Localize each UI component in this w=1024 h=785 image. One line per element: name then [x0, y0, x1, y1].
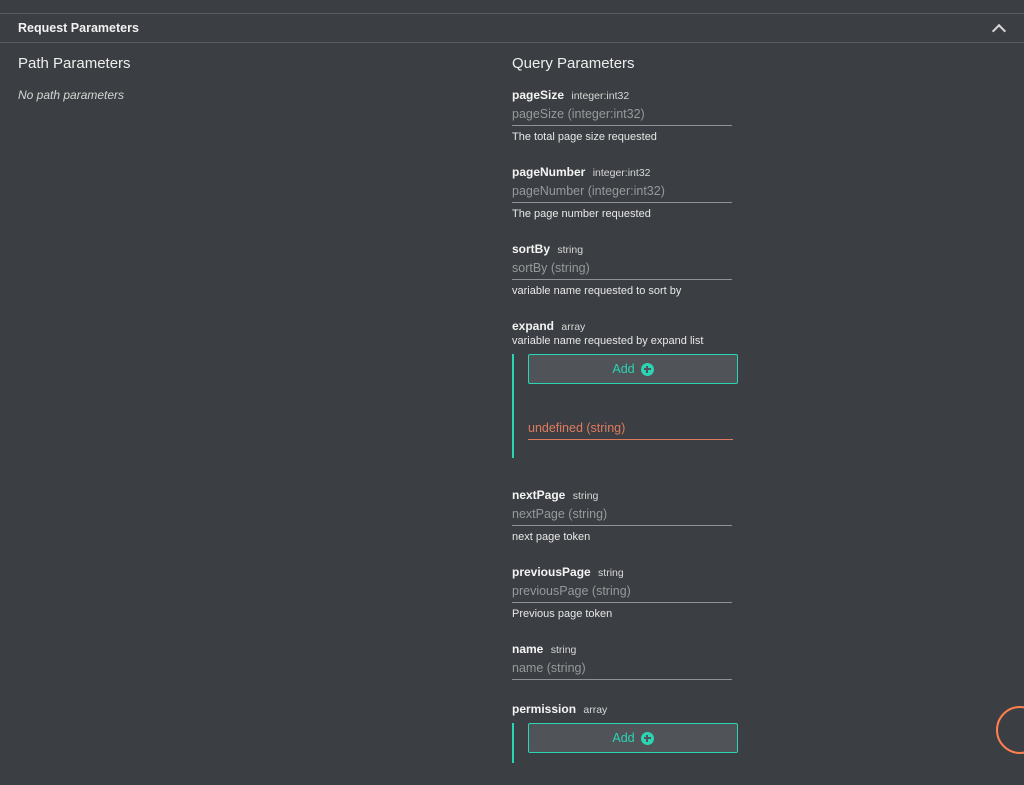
- path-parameters-title: Path Parameters: [18, 55, 512, 72]
- nextPage-input[interactable]: [512, 504, 732, 526]
- param-name: pageNumber: [512, 165, 585, 179]
- param-type: string: [573, 490, 599, 502]
- permission-add-button[interactable]: Add: [528, 723, 738, 753]
- param-desc: variable name requested to sort by: [512, 285, 1006, 297]
- param-type: integer:int32: [593, 167, 651, 179]
- request-parameters-title: Request Parameters: [18, 21, 139, 35]
- no-path-parameters-message: No path parameters: [18, 88, 512, 102]
- request-parameters-header[interactable]: Request Parameters: [0, 14, 1024, 43]
- param-type: string: [598, 567, 624, 579]
- param-desc: variable name requested by expand list: [512, 335, 1006, 347]
- expand-item-input[interactable]: [528, 418, 733, 440]
- param-name: nextPage: [512, 488, 565, 502]
- param-pageNumber: pageNumber integer:int32 The page number…: [512, 165, 1006, 220]
- param-type: integer:int32: [571, 90, 629, 102]
- param-desc: Previous page token: [512, 608, 1006, 620]
- query-parameters-column: Query Parameters pageSize integer:int32 …: [512, 55, 1006, 785]
- param-previousPage: previousPage string Previous page token: [512, 565, 1006, 620]
- param-name-field: name string: [512, 642, 1006, 680]
- plus-icon: [641, 363, 654, 376]
- previousPage-input[interactable]: [512, 581, 732, 603]
- param-desc: The total page size requested: [512, 131, 1006, 143]
- query-parameters-title: Query Parameters: [512, 55, 1006, 72]
- param-name: name: [512, 642, 543, 656]
- expand-add-button[interactable]: Add: [528, 354, 738, 384]
- param-pageSize: pageSize integer:int32 The total page si…: [512, 88, 1006, 143]
- param-type: array: [561, 321, 585, 333]
- param-nextPage: nextPage string next page token: [512, 488, 1006, 543]
- param-permission: permission array Add: [512, 702, 1006, 763]
- sortBy-input[interactable]: [512, 258, 732, 280]
- plus-icon: [641, 732, 654, 745]
- param-type: string: [557, 244, 583, 256]
- param-name: permission: [512, 702, 576, 716]
- chevron-up-icon: [992, 21, 1006, 35]
- param-expand: expand array variable name requested by …: [512, 319, 1006, 458]
- param-name: previousPage: [512, 565, 591, 579]
- add-button-label: Add: [612, 731, 634, 745]
- param-sortBy: sortBy string variable name requested to…: [512, 242, 1006, 297]
- param-name: sortBy: [512, 242, 550, 256]
- param-desc: next page token: [512, 531, 1006, 543]
- pageNumber-input[interactable]: [512, 181, 732, 203]
- name-input[interactable]: [512, 658, 732, 680]
- param-name: pageSize: [512, 88, 564, 102]
- add-button-label: Add: [612, 362, 634, 376]
- param-desc: The page number requested: [512, 208, 1006, 220]
- pageSize-input[interactable]: [512, 104, 732, 126]
- param-name: expand: [512, 319, 554, 333]
- path-parameters-column: Path Parameters No path parameters: [18, 55, 512, 785]
- param-type: string: [551, 644, 577, 656]
- param-type: array: [583, 704, 607, 716]
